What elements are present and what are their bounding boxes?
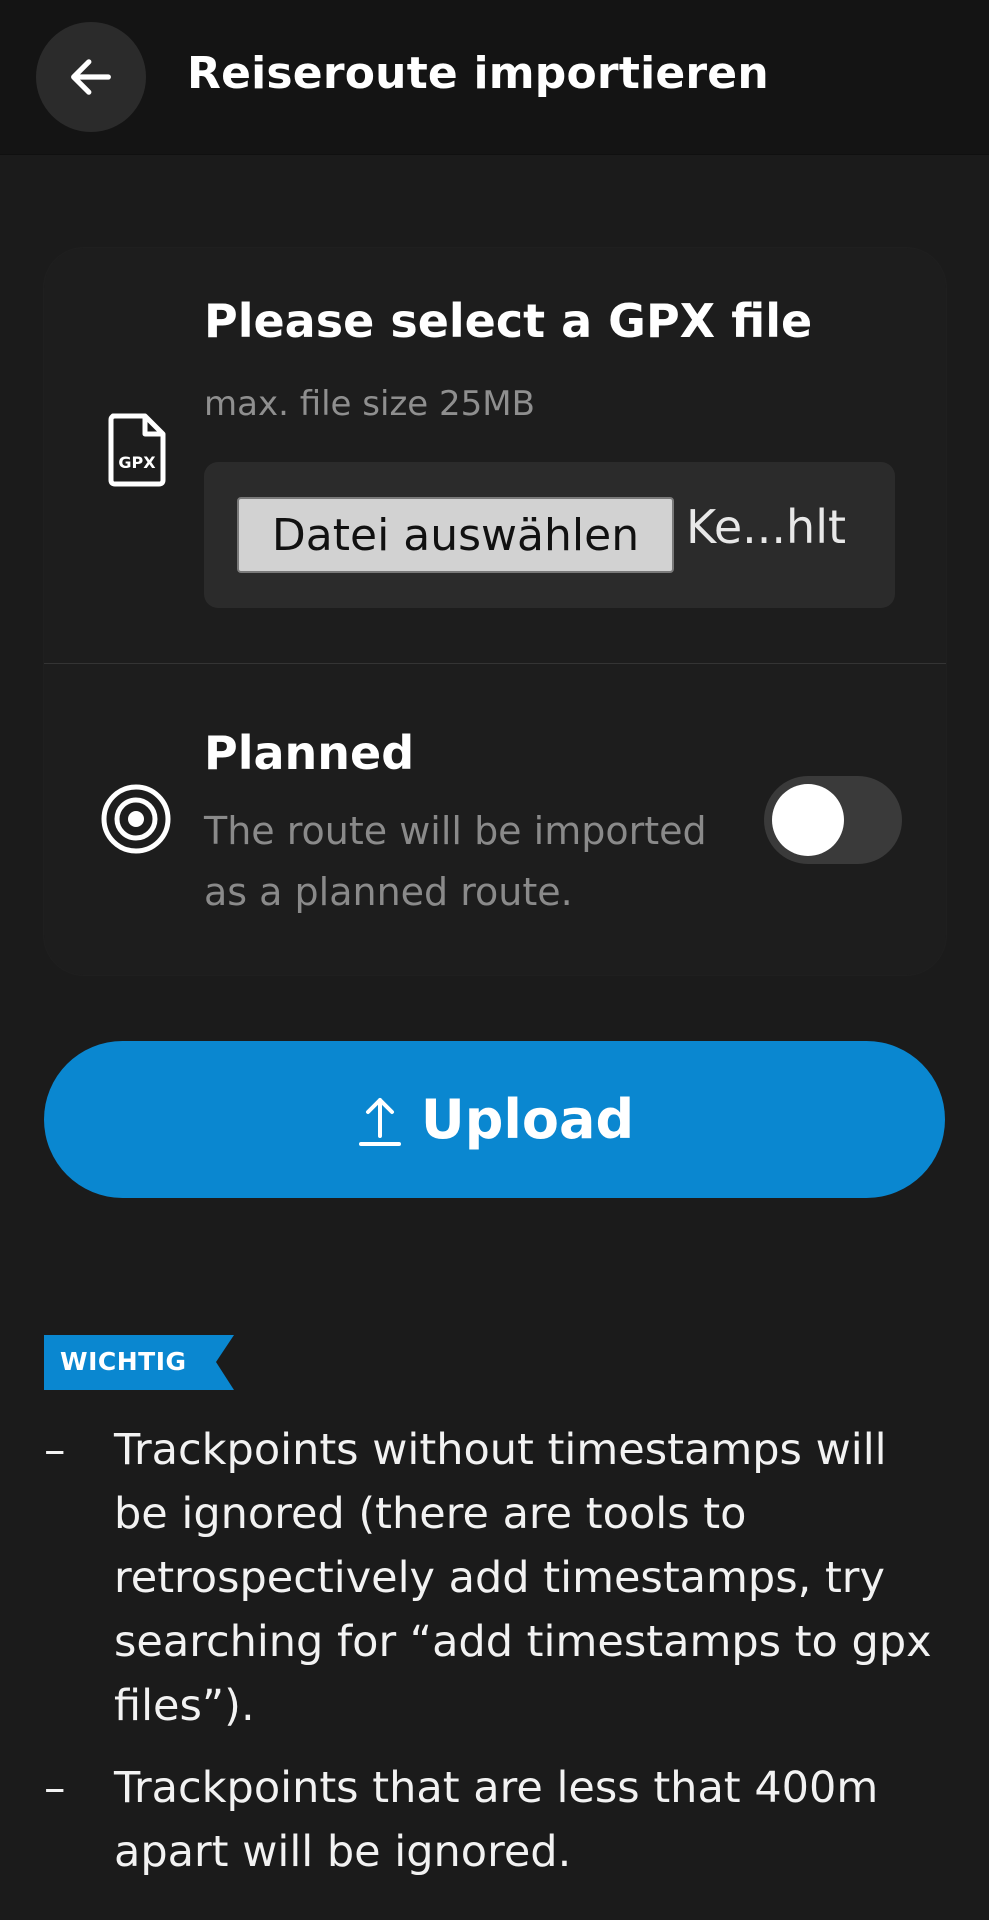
- list-dash: –: [44, 1763, 66, 1813]
- important-badge: WICHTIG: [44, 1335, 234, 1390]
- list-dash: –: [44, 1425, 66, 1475]
- page-title: Reiseroute importieren: [187, 48, 769, 99]
- top-bar: Reiseroute importieren: [0, 0, 989, 155]
- list-item: – Trackpoints without timestamps will be…: [44, 1418, 944, 1738]
- list-item-text: Trackpoints that are less that 400m apar…: [114, 1763, 879, 1877]
- gpx-icon-text: GPX: [118, 453, 156, 472]
- target-icon: [101, 784, 171, 854]
- gpx-file-icon: GPX: [108, 413, 166, 487]
- planned-description-line2: as a planned route.: [204, 870, 573, 914]
- important-list: – Trackpoints without timestamps will be…: [44, 1418, 944, 1902]
- back-button[interactable]: [36, 22, 146, 132]
- list-item-text: Trackpoints without timestamps will be i…: [114, 1425, 932, 1731]
- planned-title: Planned: [204, 726, 415, 780]
- choose-file-button[interactable]: Datei auswählen: [237, 497, 674, 573]
- list-item: – Trackpoints that are less that 400m ap…: [44, 1756, 944, 1884]
- important-badge-text: WICHTIG: [60, 1347, 187, 1376]
- planned-description-line1: The route will be imported: [204, 809, 707, 853]
- gpx-title: Please select a GPX file: [204, 294, 813, 348]
- toggle-knob: [772, 784, 844, 856]
- arrow-left-icon: [71, 59, 111, 95]
- divider: [44, 663, 946, 664]
- file-input[interactable]: Datei auswählen Ke...hlt: [204, 462, 895, 608]
- file-status-text: Ke...hlt: [686, 500, 847, 554]
- planned-toggle[interactable]: [764, 776, 902, 864]
- upload-icon: [358, 1097, 401, 1146]
- upload-button[interactable]: Upload: [44, 1041, 945, 1198]
- import-card: GPX Please select a GPX file max. file s…: [44, 248, 946, 975]
- gpx-subtitle: max. file size 25MB: [204, 384, 535, 424]
- upload-label: Upload: [420, 1088, 635, 1151]
